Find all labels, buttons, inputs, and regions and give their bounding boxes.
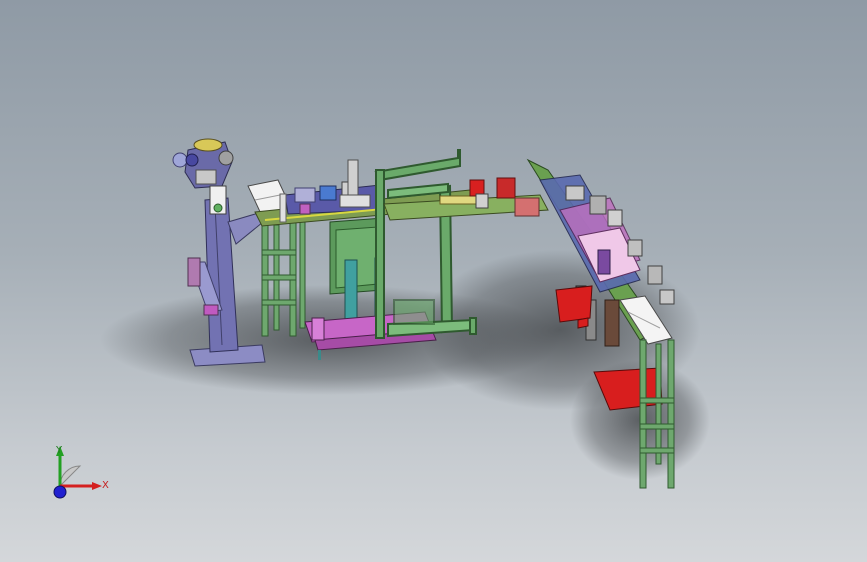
- graphics-viewport[interactable]: Y X: [0, 0, 867, 562]
- assembly-model[interactable]: [0, 0, 867, 562]
- coordinate-triad: Y X: [40, 440, 120, 520]
- axis-x-label: X: [102, 480, 109, 491]
- axis-y-label: Y: [56, 445, 63, 456]
